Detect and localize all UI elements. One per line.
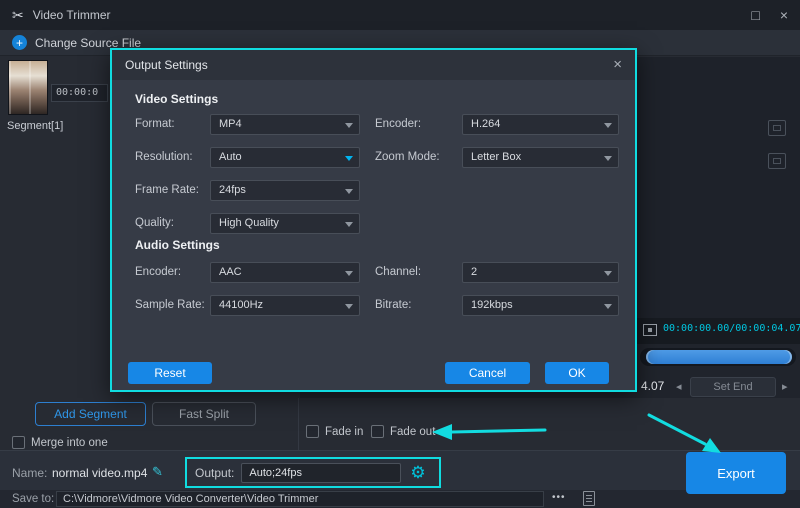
edit-pencil-icon[interactable]: ✎ (152, 464, 163, 480)
sample-rate-select[interactable]: 44100Hz (210, 295, 360, 316)
sample-rate-value: 44100Hz (219, 299, 263, 311)
channel-value: 2 (471, 266, 477, 278)
segment-label: Segment[1] (7, 120, 63, 132)
fade-out-label: Fade out (390, 426, 435, 438)
quality-label: Quality: (135, 213, 174, 234)
panel-icon-top[interactable] (768, 120, 786, 136)
file-name-value: normal video.mp4 (52, 466, 147, 480)
dialog-close-icon[interactable]: × (613, 50, 622, 80)
add-segment-button[interactable]: Add Segment (35, 402, 146, 426)
name-label: Name: (12, 466, 47, 480)
close-icon[interactable]: × (780, 0, 788, 30)
checkbox-box (306, 425, 319, 438)
zoom-mode-label: Zoom Mode: (375, 147, 440, 168)
chevron-down-icon (345, 222, 353, 227)
output-profile-field[interactable]: Auto;24fps (241, 463, 401, 483)
format-select[interactable]: MP4 (210, 114, 360, 135)
chevron-down-icon (604, 123, 612, 128)
end-time-value: 4.07 (641, 379, 664, 393)
format-value: MP4 (219, 118, 242, 130)
window-title: Video Trimmer (33, 8, 111, 22)
fade-in-checkbox[interactable]: Fade in (306, 425, 363, 438)
encoder-label: Encoder: (375, 114, 421, 135)
frame-capture-icon[interactable] (643, 324, 657, 336)
zoom-mode-select[interactable]: Letter Box (462, 147, 619, 168)
checkbox-box (12, 436, 25, 449)
fast-split-button[interactable]: Fast Split (152, 402, 256, 426)
open-folder-icon[interactable] (583, 491, 595, 506)
titlebar: ✂ Video Trimmer □ × (0, 0, 800, 30)
window-controls: □ × (751, 0, 788, 30)
browse-folder-button[interactable]: ••• (552, 492, 566, 503)
add-source-icon[interactable]: + (12, 35, 27, 50)
maximize-icon[interactable]: □ (751, 0, 759, 30)
cancel-button[interactable]: Cancel (445, 362, 530, 384)
segment-thumbnail[interactable] (8, 60, 48, 115)
chevron-down-icon (345, 156, 353, 161)
panel-divider (298, 398, 299, 450)
reset-button[interactable]: Reset (128, 362, 212, 384)
audio-settings-heading: Audio Settings (135, 238, 220, 252)
chevron-down-icon (604, 156, 612, 161)
format-label: Format: (135, 114, 175, 135)
trim-slider-selection[interactable] (646, 350, 792, 364)
encoder-select[interactable]: H.264 (462, 114, 619, 135)
bitrate-select[interactable]: 192kbps (462, 295, 619, 316)
export-button[interactable]: Export (686, 452, 786, 494)
chevron-down-icon (345, 189, 353, 194)
audio-encoder-value: AAC (219, 266, 242, 278)
fade-in-label: Fade in (325, 426, 363, 438)
chevron-down-icon (345, 304, 353, 309)
chevron-down-icon (604, 304, 612, 309)
encoder-value: H.264 (471, 118, 500, 130)
sample-rate-label: Sample Rate: (135, 295, 205, 316)
fade-out-checkbox[interactable]: Fade out (371, 425, 435, 438)
checkbox-box (371, 425, 384, 438)
audio-encoder-select[interactable]: AAC (210, 262, 360, 283)
scissors-icon: ✂ (12, 7, 24, 24)
channel-select[interactable]: 2 (462, 262, 619, 283)
frame-rate-label: Frame Rate: (135, 180, 199, 201)
quality-select[interactable]: High Quality (210, 213, 360, 234)
chevron-down-icon (604, 271, 612, 276)
frame-rate-select[interactable]: 24fps (210, 180, 360, 201)
bitrate-label: Bitrate: (375, 295, 411, 316)
output-label: Output: (195, 466, 234, 480)
audio-encoder-label: Encoder: (135, 262, 181, 283)
set-end-button[interactable]: Set End (690, 377, 776, 397)
zoom-mode-value: Letter Box (471, 151, 521, 163)
resolution-label: Resolution: (135, 147, 193, 168)
chevron-down-icon (345, 123, 353, 128)
chevron-left-icon[interactable]: ◂ (676, 380, 682, 393)
dialog-title: Output Settings (125, 58, 208, 72)
frame-rate-value: 24fps (219, 184, 246, 196)
output-settings-dialog: Output Settings × Video Settings Format:… (110, 48, 637, 392)
bitrate-value: 192kbps (471, 299, 513, 311)
panel-icon-bottom[interactable] (768, 153, 786, 169)
dialog-header: Output Settings × (112, 50, 635, 80)
chevron-right-icon[interactable]: ▸ (782, 380, 788, 393)
merge-into-one-checkbox[interactable]: Merge into one (12, 436, 108, 449)
video-settings-heading: Video Settings (135, 92, 218, 106)
playback-time-display: 00:00:00.00/00:00:04.07 (663, 323, 800, 334)
quality-value: High Quality (219, 217, 279, 229)
save-path-field[interactable]: C:\Vidmore\Vidmore Video Converter\Video… (56, 491, 544, 507)
channel-label: Channel: (375, 262, 421, 283)
merge-into-one-label: Merge into one (31, 437, 108, 449)
video-trimmer-window: ✂ Video Trimmer □ × + Change Source File… (0, 0, 800, 508)
resolution-value: Auto (219, 151, 242, 163)
gear-icon[interactable]: ⚙ (410, 464, 425, 481)
segment-start-time-field[interactable]: 00:00:0 (51, 84, 108, 102)
save-to-label: Save to: (12, 493, 54, 505)
output-profile-value: Auto;24fps (249, 467, 302, 479)
output-settings-group: Output: Auto;24fps ⚙ (185, 457, 441, 488)
chevron-down-icon (345, 271, 353, 276)
ok-button[interactable]: OK (545, 362, 609, 384)
resolution-select[interactable]: Auto (210, 147, 360, 168)
